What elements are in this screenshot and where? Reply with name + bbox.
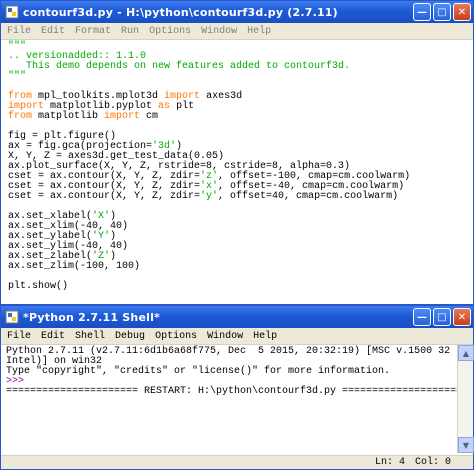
scroll-up-icon[interactable]: ▲ [458,345,474,361]
status-bar: Ln: 4 Col: 0 [1,455,473,469]
editor-menu-format[interactable]: Format [70,26,116,37]
editor-titlebar[interactable]: contourf3d.py - H:\python\contourf3d.py … [1,1,473,23]
editor-menu-window[interactable]: Window [196,26,242,37]
shell-menu-help[interactable]: Help [248,331,282,342]
shell-menu-file[interactable]: File [1,331,36,342]
close-button[interactable]: ✕ [453,308,471,326]
code-line: ax.set_zlim(-100, 100) [8,261,141,272]
shell-menubar: File Edit Shell Debug Options Window Help [1,328,473,345]
editor-menu-edit[interactable]: Edit [36,26,70,37]
close-button[interactable]: ✕ [453,3,471,21]
shell-window: *Python 2.7.11 Shell* — □ ✕ File Edit Shel… [0,305,474,470]
editor-menu-run[interactable]: Run [116,26,144,37]
code-line: cset = ax.contour(X, Y, Z, zdir='y', off… [8,191,399,202]
shell-output[interactable]: Python 2.7.11 (v2.7.11:6d1b6a68f775, Dec… [1,345,457,453]
editor-menu-file[interactable]: File [1,26,36,37]
editor-menubar: File Edit Format Run Options Window Help [1,23,473,40]
shell-menu-window[interactable]: Window [202,331,248,342]
minimize-button[interactable]: — [413,308,431,326]
code-line: This demo depends on new features added … [8,61,351,72]
status-col: Col: 0 [414,457,451,468]
vertical-scrollbar[interactable]: ▲ ▼ [457,345,474,453]
editor-menu-help[interactable]: Help [242,26,276,37]
code-line: plt.show() [8,281,69,292]
code-line: from matplotlib import cm [8,111,159,122]
shell-menu-options[interactable]: Options [150,331,202,342]
maximize-button[interactable]: □ [433,3,451,21]
editor-window: contourf3d.py - H:\python\contourf3d.py … [0,0,474,305]
shell-title: *Python 2.7.11 Shell* [23,310,161,324]
close-icon: ✕ [457,6,467,18]
editor-title: contourf3d.py - H:\python\contourf3d.py … [23,5,338,19]
python-shell-icon [5,310,19,324]
shell-line: ====================== RESTART: H:\pytho… [6,386,457,397]
minimize-button[interactable]: — [413,3,431,21]
code-line: """ [8,71,27,82]
editor-menu-options[interactable]: Options [144,26,196,37]
maximize-icon: □ [437,311,447,323]
close-icon: ✕ [457,311,467,323]
shell-menu-shell[interactable]: Shell [70,331,110,342]
shell-line: Type "copyright", "credits" or "license(… [6,366,391,377]
maximize-button[interactable]: □ [433,308,451,326]
shell-menu-edit[interactable]: Edit [36,331,70,342]
python-file-icon [5,5,19,19]
minimize-icon: — [417,311,427,323]
shell-menu-debug[interactable]: Debug [110,331,150,342]
minimize-icon: — [417,6,427,18]
status-line: Ln: 4 [374,457,405,468]
code-editor[interactable]: """.. versionadded:: 1.1.0 This demo dep… [1,40,473,304]
scroll-down-icon[interactable]: ▼ [458,437,474,453]
shell-titlebar[interactable]: *Python 2.7.11 Shell* — □ ✕ [1,306,473,328]
maximize-icon: □ [437,6,447,18]
